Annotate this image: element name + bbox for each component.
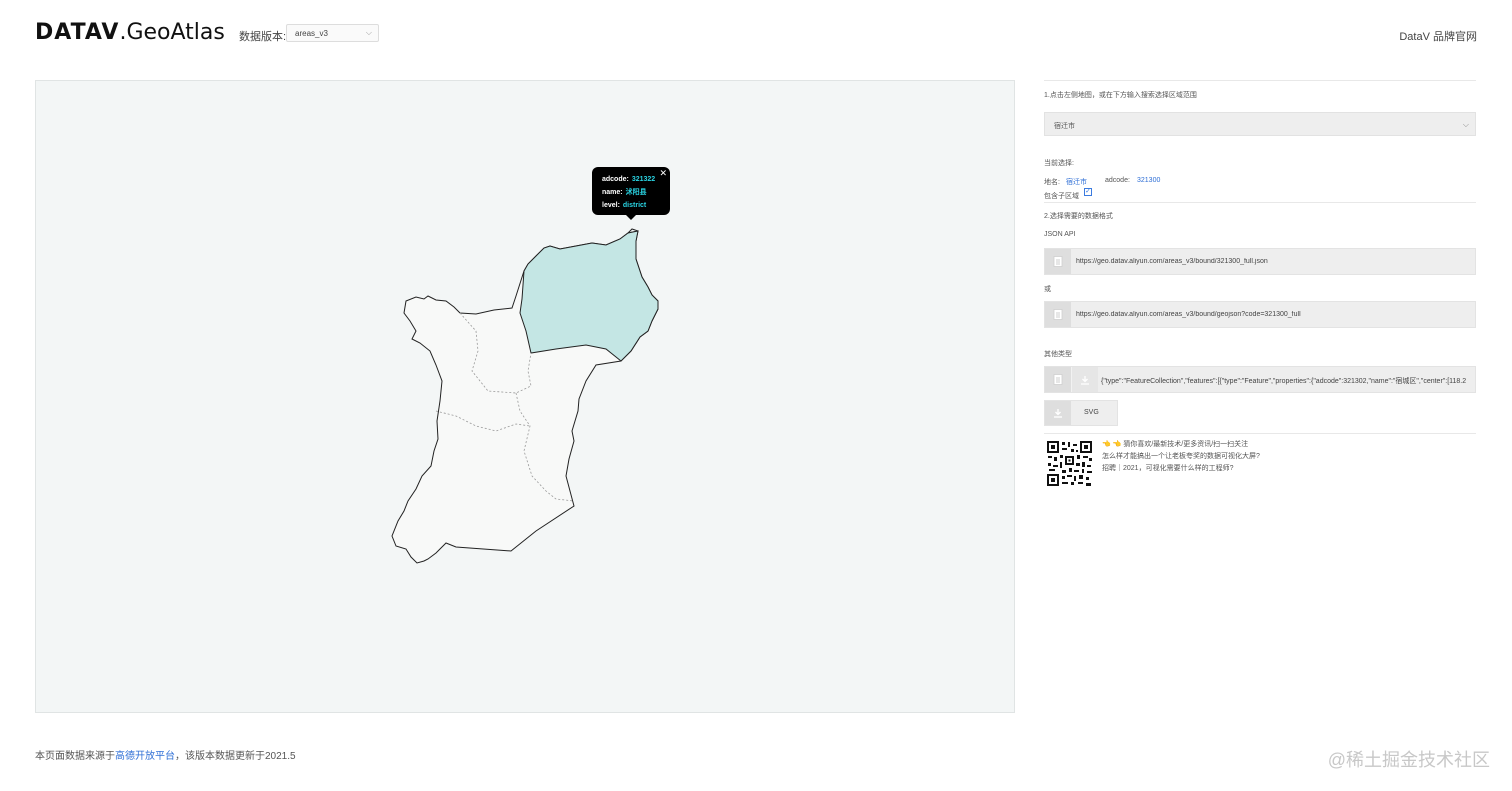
current-label: 当前选择: <box>1044 160 1074 167</box>
step2-text: 2.选择需要的数据格式 <box>1044 213 1113 220</box>
map-canvas[interactable]: ✕ adcode: 321322 name: 沭阳县 level: district <box>35 80 1015 713</box>
region-highlight <box>519 230 659 362</box>
region-select-value: 宿迁市 <box>1054 123 1075 130</box>
url-box-2[interactable]: https://geo.datav.aliyun.com/areas_v3/bo… <box>1044 301 1476 328</box>
logo-bold: DATAV <box>35 20 120 45</box>
include-sub-label: 包含子区域 <box>1044 193 1079 200</box>
promo-line[interactable]: 招聘｜2021，可视化需要什么样的工程师? <box>1102 463 1260 475</box>
tooltip-level-label: level: <box>602 202 620 209</box>
tooltip-name-label: name: <box>602 189 623 196</box>
promo-line[interactable]: 👈 👈 猜你喜欢/最新技术/更多资讯/扫一扫关注 <box>1102 439 1260 451</box>
tooltip-name-value: 沭阳县 <box>625 189 647 196</box>
step1-text: 1.点击左侧地图，或在下方输入搜索选择区域范围 <box>1044 92 1197 99</box>
map-svg <box>391 228 659 564</box>
svg-download-button[interactable]: SVG <box>1044 400 1118 426</box>
footer: 本页面数据来源于高德开放平台，该版本数据更新于2021.5 <box>35 747 296 762</box>
download-icon[interactable] <box>1071 367 1098 392</box>
chevron-down-icon: ⌵ <box>1462 120 1469 129</box>
adcode-value: 321300 <box>1137 177 1161 184</box>
chevron-down-icon: ⌵ <box>365 28 372 37</box>
copy-icon[interactable] <box>1045 249 1071 274</box>
amap-link[interactable]: 高德开放平台 <box>115 751 175 762</box>
tooltip-adcode-label: adcode: <box>602 176 629 183</box>
url2-text[interactable]: https://geo.datav.aliyun.com/areas_v3/bo… <box>1076 311 1471 318</box>
url1-text[interactable]: https://geo.datav.aliyun.com/areas_v3/bo… <box>1076 258 1471 265</box>
name-value: 宿迁市 <box>1066 179 1087 186</box>
brand-link[interactable]: DataV 品牌官网 <box>1399 28 1477 44</box>
footer-prefix: 本页面数据来源于 <box>35 751 115 762</box>
region-select[interactable]: 宿迁市 ⌵ <box>1044 112 1476 136</box>
divider <box>1044 433 1476 434</box>
watermark: @稀土掘金技术社区 <box>1327 750 1490 770</box>
map-tooltip: ✕ adcode: 321322 name: 沭阳县 level: district <box>592 167 670 220</box>
footer-suffix: ，该版本数据更新于2021.5 <box>175 751 296 762</box>
url-box-1[interactable]: https://geo.datav.aliyun.com/areas_v3/bo… <box>1044 248 1476 275</box>
other-type-label: 其他类型 <box>1044 351 1072 358</box>
promo-line[interactable]: 怎么样才能搞出一个让老板夸奖的数据可视化大屏? <box>1102 451 1260 463</box>
svg-label: SVG <box>1084 409 1099 416</box>
logo-light: .GeoAtlas <box>119 20 225 45</box>
copy-icon[interactable] <box>1045 367 1071 392</box>
promo-text: 👈 👈 猜你喜欢/最新技术/更多资讯/扫一扫关注 怎么样才能搞出一个让老板夸奖的… <box>1102 439 1260 475</box>
divider <box>1044 80 1476 81</box>
tooltip-level-value: district <box>622 202 647 209</box>
adcode-label: adcode: <box>1105 177 1130 184</box>
close-icon[interactable]: ✕ <box>659 168 667 179</box>
version-label: 数据版本: <box>239 31 287 43</box>
json-api-label: JSON API <box>1044 231 1076 238</box>
divider <box>1044 202 1476 203</box>
logo[interactable]: DATAV .GeoAtlas <box>35 20 225 48</box>
version-value: areas_v3 <box>295 29 328 38</box>
download-icon <box>1045 401 1071 425</box>
include-sub-checkbox[interactable]: ✓ <box>1084 188 1092 196</box>
geojson-text[interactable]: {"type":"FeatureCollection","features":[… <box>1101 376 1473 386</box>
copy-icon[interactable] <box>1045 302 1071 327</box>
version-select[interactable]: areas_v3 ⌵ <box>286 24 379 42</box>
geojson-box[interactable]: {"type":"FeatureCollection","features":[… <box>1044 366 1476 393</box>
tooltip-adcode-value: 321322 <box>631 176 656 183</box>
or-label: 或 <box>1044 286 1051 293</box>
name-label: 地名: <box>1044 179 1060 186</box>
qr-code-icon <box>1046 440 1093 487</box>
